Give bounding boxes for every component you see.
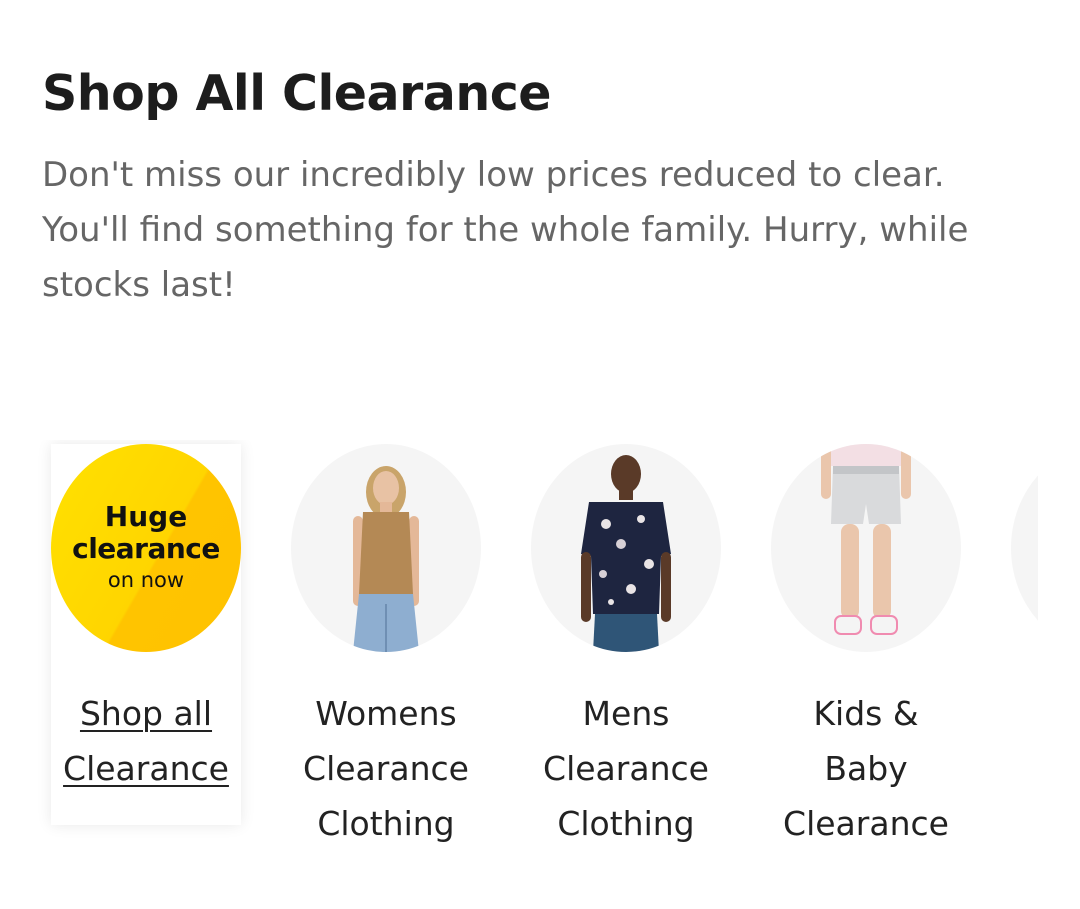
category-tile-kids-baby[interactable]: Kids & Baby Clearance xyxy=(771,444,961,851)
huge-clearance-badge: Huge clearance on now xyxy=(51,444,241,652)
category-label-mens[interactable]: Mens Clearance Clothing xyxy=(531,686,721,851)
category-label-womens[interactable]: Womens Clearance Clothing xyxy=(291,686,481,851)
kids-category-image xyxy=(771,444,961,652)
category-label-kids-baby[interactable]: Kids & Baby Clearance xyxy=(771,686,961,851)
category-label-partial[interactable]: C C xyxy=(1011,686,1038,796)
category-label-shop-all[interactable]: Shop all Clearance xyxy=(51,686,241,796)
page-description: Don't miss our incredibly low prices red… xyxy=(42,155,969,305)
category-tile-partial[interactable]: C C xyxy=(1011,444,1038,796)
page-title: Shop All Clearance xyxy=(42,65,552,122)
promo-line-1: Huge xyxy=(104,500,188,533)
promo-line-2: clearance xyxy=(72,532,220,565)
mens-category-image xyxy=(531,444,721,652)
category-carousel[interactable]: Huge clearance on now Shop all Clearance xyxy=(0,440,1038,860)
promo-line-3: on now xyxy=(107,568,185,592)
womens-category-image xyxy=(291,444,481,652)
partial-category-image xyxy=(1011,444,1038,652)
category-tile-mens[interactable]: Mens Clearance Clothing xyxy=(531,444,721,851)
category-tile-womens[interactable]: Womens Clearance Clothing xyxy=(291,444,481,851)
clearance-page: Shop All Clearance Don't miss our incred… xyxy=(0,0,1080,909)
category-tile-shop-all[interactable]: Huge clearance on now Shop all Clearance xyxy=(51,444,241,825)
